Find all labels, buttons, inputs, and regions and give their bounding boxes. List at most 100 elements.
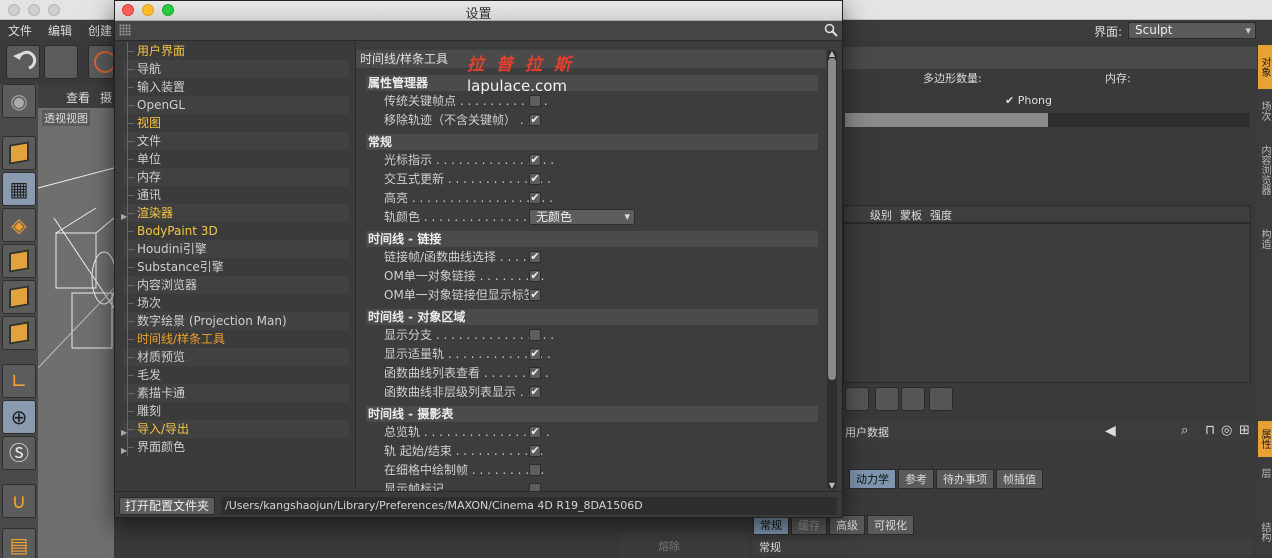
nav-item[interactable]: 内存 [123,168,349,186]
nav-item[interactable]: BodyPaint 3D [123,222,349,240]
option-checkbox[interactable] [529,95,541,107]
app-minimize-button[interactable] [28,4,40,16]
viewport-menu-camera[interactable]: 摄 [100,89,112,106]
tab-cache[interactable]: 缓存 [791,515,827,535]
phong-check[interactable]: ✔ Phong [1005,94,1052,107]
lock-icon[interactable]: ⊓ [1205,423,1215,438]
nav-item[interactable]: 内容浏览器 [123,276,349,294]
menu-file[interactable]: 文件 [0,22,40,39]
nav-item[interactable]: 毛发 [123,366,349,384]
expand-arrow-icon[interactable]: ▶ [121,442,127,460]
tab-reference[interactable]: 参考 [898,469,934,489]
viewport[interactable]: 透视视图 [38,108,114,558]
col-strength[interactable]: 强度 [930,207,952,223]
col-mask[interactable]: 蒙板 [900,207,922,223]
axis-mode-button[interactable]: ∟ [2,364,36,398]
layer-merge-icon[interactable] [901,387,925,411]
nav-item[interactable]: 场次 [123,294,349,312]
nav-item[interactable]: ▶ 渲染器 [121,204,349,222]
nav-item[interactable]: 材质预览 [123,348,349,366]
dialog-titlebar[interactable]: 设置 [115,1,842,22]
edges-mode-button[interactable] [2,280,36,314]
open-config-folder-button[interactable]: 打开配置文件夹 [119,497,215,515]
group-header[interactable]: 时间线 - 对象区域 [366,309,818,325]
side-tab-struct[interactable]: 结构 [1258,517,1272,547]
option-checkbox[interactable]: ✔ [529,270,541,282]
workplane-button[interactable]: ◈ [2,208,36,242]
nav-item[interactable]: 雕刻 [123,402,349,420]
menu-edit[interactable]: 编辑 [40,22,80,39]
bottom-tool[interactable]: 熔除 [620,530,748,558]
new-panel-icon[interactable]: ⊞ [1239,423,1250,438]
lock-workplane-button[interactable]: ▤ [2,528,36,558]
nav-item[interactable]: 输入装置 [123,78,349,96]
scroll-thumb[interactable] [828,58,836,380]
option-checkbox[interactable]: ✔ [529,367,541,379]
side-tab-attributes[interactable]: 属性 [1258,421,1272,457]
target-icon[interactable]: ◎ [1221,423,1232,438]
group-header[interactable]: 常规 [366,134,818,150]
tab-visual[interactable]: 可视化 [867,515,914,535]
layer-add-icon[interactable] [845,387,869,411]
nav-item[interactable]: 导航 [123,60,349,78]
layer-table-body[interactable] [843,223,1251,383]
snap-button[interactable]: Ⓢ [2,436,36,470]
nav-item[interactable]: Substance引擎 [123,258,349,276]
option-checkbox[interactable] [529,329,541,341]
side-tab-structure[interactable]: 构造 [1258,221,1272,257]
layout-select[interactable]: Sculpt [1128,22,1256,39]
tab-advanced[interactable]: 高级 [829,515,865,535]
nav-item[interactable]: ▶ 导入/导出 [121,420,349,438]
tab-general[interactable]: 常规 [753,515,789,535]
tweak-mode-button[interactable]: ⊕ [2,400,36,434]
layer-copy-icon[interactable] [875,387,899,411]
select-tool-button[interactable] [88,45,116,79]
nav-item[interactable]: 通讯 [123,186,349,204]
option-checkbox[interactable]: ✔ [529,114,541,126]
nav-item[interactable]: 单位 [123,150,349,168]
col-level[interactable]: 级别 [870,207,892,223]
config-path-field[interactable]: /Users/kangshaojun/Library/Preferences/M… [221,497,837,515]
group-header[interactable]: 时间线 - 链接 [366,231,818,247]
side-tab-objects[interactable]: 对象 [1258,45,1272,89]
option-checkbox[interactable] [529,464,541,476]
nav-item[interactable]: 时间线/样条工具 [123,330,349,348]
nav-item[interactable]: 视图 [123,114,349,132]
option-checkbox[interactable]: ✔ [529,251,541,263]
nav-item[interactable]: Houdini引擎 [123,240,349,258]
app-maximize-button[interactable] [48,4,60,16]
points-mode-button[interactable] [2,244,36,278]
viewport-menu-view[interactable]: 查看 [66,89,90,106]
option-checkbox[interactable]: ✔ [529,348,541,360]
app-close-button[interactable] [8,4,20,16]
nav-item[interactable]: 数字绘景 (Projection Man) [123,312,349,330]
group-header[interactable]: 时间线 - 摄影表 [366,406,818,422]
side-tab-content-browser[interactable]: 内容浏览器 [1258,133,1272,207]
layer-delete-icon[interactable] [929,387,953,411]
track-color-select[interactable]: 无颜色 [529,209,635,225]
scroll-down-icon[interactable]: ▼ [827,481,837,490]
option-checkbox[interactable]: ✔ [529,386,541,398]
side-tab-layers[interactable]: 层 [1258,461,1272,485]
option-checkbox[interactable]: ✔ [529,154,541,166]
nav-item[interactable]: 素描卡通 [123,384,349,402]
grip-icon[interactable] [119,24,131,36]
back-arrow-icon[interactable]: ◀ [1105,423,1116,439]
pane-scrollbar[interactable]: ▲ ▼ [827,49,837,490]
polygons-mode-button[interactable] [2,316,36,350]
group-header[interactable]: 属性管理器 [366,75,818,91]
search-attr-icon[interactable]: ⌕ [1181,423,1188,438]
search-icon[interactable] [824,23,838,37]
nav-item[interactable]: OpenGL [123,96,349,114]
undo-button[interactable] [6,45,40,79]
tab-todo[interactable]: 待办事项 [936,469,994,489]
option-checkbox[interactable]: ✔ [529,192,541,204]
model-mode-button[interactable] [2,136,36,170]
tab-dynamics[interactable]: 动力学 [849,469,896,489]
option-checkbox[interactable]: ✔ [529,173,541,185]
option-checkbox[interactable]: ✔ [529,445,541,457]
magnet-button[interactable]: ∪ [2,484,36,518]
option-checkbox[interactable]: ✔ [529,426,541,438]
nav-item[interactable]: ▶ 界面颜色 [121,438,349,456]
nav-item[interactable]: 用户界面 [123,42,349,60]
